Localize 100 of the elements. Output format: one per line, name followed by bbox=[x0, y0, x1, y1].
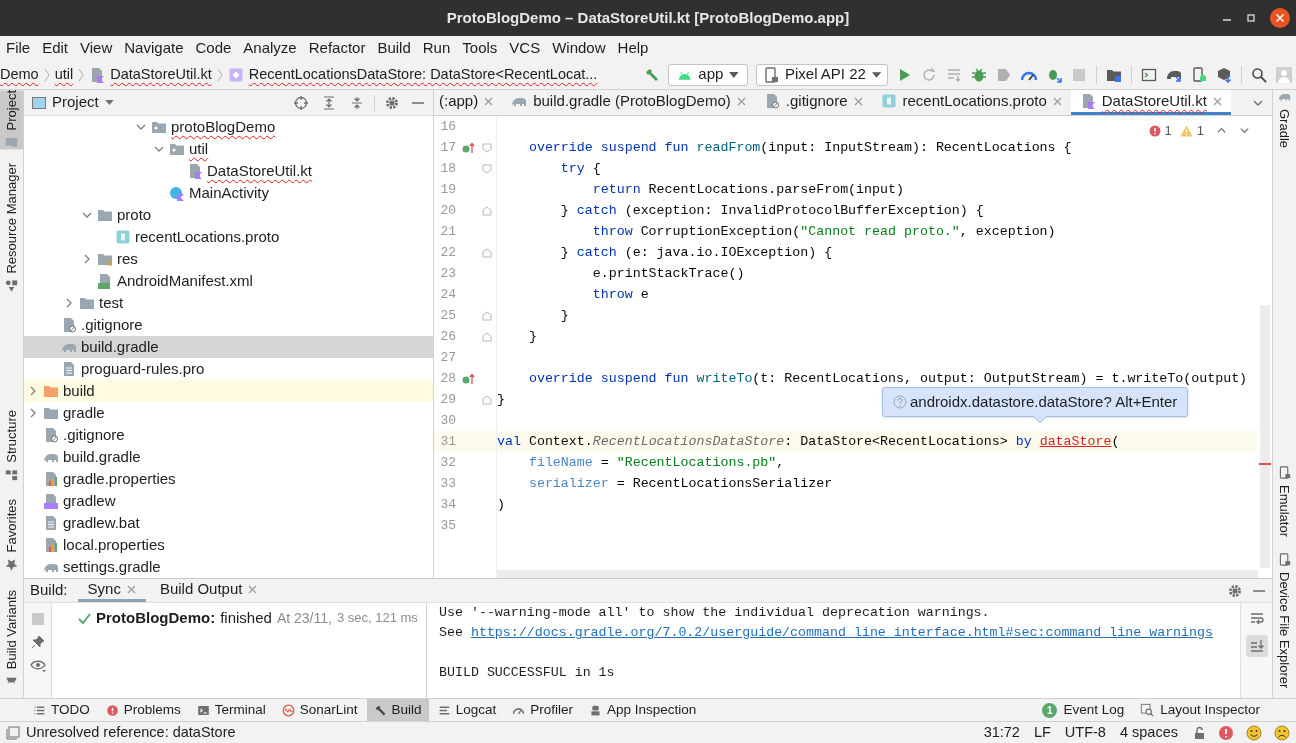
tree-item[interactable]: .gitignore bbox=[24, 424, 433, 446]
menu-item[interactable]: Window bbox=[546, 36, 612, 60]
override-marker-icon[interactable] bbox=[462, 141, 476, 154]
collapse-all-icon[interactable] bbox=[350, 95, 364, 110]
inspection-widget[interactable]: 1 1 bbox=[1148, 121, 1250, 141]
tool-window-button[interactable]: 1 Event Log bbox=[1042, 699, 1125, 721]
tree-item[interactable]: build.gradle bbox=[24, 336, 433, 358]
tree-item[interactable]: protoBlogDemo bbox=[24, 116, 433, 138]
sdk-box-icon[interactable] bbox=[1216, 66, 1232, 83]
project-view-dropdown[interactable]: Project bbox=[52, 91, 114, 114]
tool-window-button[interactable]: Problems bbox=[98, 699, 188, 721]
menu-item[interactable]: View bbox=[74, 36, 119, 60]
tree-item[interactable]: build bbox=[24, 380, 433, 402]
rerun-icon[interactable] bbox=[921, 66, 937, 83]
tool-window-button[interactable]: Terminal bbox=[189, 699, 273, 721]
fold-marker-icon[interactable] bbox=[482, 331, 492, 342]
scroll-to-end-icon[interactable] bbox=[1245, 635, 1268, 657]
sad-face-icon[interactable] bbox=[1274, 724, 1290, 741]
search-icon[interactable] bbox=[1251, 66, 1267, 83]
tree-item[interactable]: util bbox=[24, 138, 433, 160]
fold-marker-icon[interactable] bbox=[482, 142, 492, 153]
tree-item[interactable]: proguard-rules.pro bbox=[24, 358, 433, 380]
menu-item[interactable]: Tools bbox=[456, 36, 504, 60]
tool-window-button[interactable]: SonarLint bbox=[274, 699, 365, 721]
menu-item[interactable]: VCS bbox=[503, 36, 547, 60]
editor-tab[interactable]: recentLocations.proto bbox=[871, 90, 1071, 115]
lock-icon[interactable] bbox=[1192, 725, 1206, 740]
menu-item[interactable]: Analyze bbox=[237, 36, 303, 60]
menu-item[interactable]: Refactor bbox=[302, 36, 372, 60]
breadcrumb[interactable]: Demo bbox=[0, 63, 39, 86]
override-marker-icon[interactable] bbox=[462, 372, 476, 385]
editor-tab[interactable]: (:app) bbox=[430, 90, 503, 115]
settings-icon[interactable] bbox=[385, 95, 399, 110]
locate-icon[interactable] bbox=[294, 95, 308, 110]
eye-icon[interactable] bbox=[29, 659, 46, 673]
menu-item[interactable]: Code bbox=[189, 36, 238, 60]
tool-window-button[interactable]: Gradle bbox=[1273, 90, 1296, 149]
tool-window-button[interactable]: Structure bbox=[0, 409, 23, 482]
caret-position[interactable]: 31:72 bbox=[979, 721, 1024, 743]
tree-item[interactable]: proto bbox=[24, 204, 433, 226]
tool-window-button[interactable]: Favorites bbox=[0, 499, 23, 572]
menu-item[interactable]: Edit bbox=[36, 36, 75, 60]
menu-item[interactable]: File bbox=[0, 36, 37, 60]
tree-item[interactable]: .gitignore bbox=[24, 314, 433, 336]
menu-item[interactable]: Build bbox=[371, 36, 417, 60]
breadcrumb[interactable]: DataStoreUtil.kt bbox=[89, 63, 212, 86]
pin-icon[interactable] bbox=[30, 635, 45, 649]
indent-setting[interactable]: 4 spaces bbox=[1115, 721, 1182, 743]
tool-window-button[interactable]: Logcat bbox=[430, 699, 504, 721]
tree-item[interactable]: gradlew.bat bbox=[24, 512, 433, 534]
close-icon[interactable] bbox=[1270, 8, 1290, 28]
panel-tab[interactable]: Build Output bbox=[149, 579, 268, 602]
tree-item[interactable]: res bbox=[24, 248, 433, 270]
fold-marker-icon[interactable] bbox=[482, 394, 492, 405]
line-separator[interactable]: LF bbox=[1029, 721, 1055, 743]
menu-item[interactable]: Navigate bbox=[118, 36, 190, 60]
tree-item[interactable]: gradlew bbox=[24, 490, 433, 512]
breadcrumb[interactable]: RecentLocationsDataStore: DataStore<RecentLocat... bbox=[227, 63, 598, 86]
fold-marker-icon[interactable] bbox=[482, 163, 492, 174]
module-dropdown[interactable]: app bbox=[668, 63, 748, 86]
tool-window-button[interactable]: Resource Manager bbox=[0, 163, 23, 294]
smile-icon[interactable] bbox=[1246, 724, 1262, 741]
tool-window-button[interactable]: App Inspection bbox=[581, 699, 704, 721]
tool-window-button[interactable]: Build bbox=[366, 699, 429, 721]
tree-item[interactable]: local.properties bbox=[24, 534, 433, 556]
editor-tab[interactable]: DataStoreUtil.kt bbox=[1070, 90, 1231, 115]
console-link[interactable]: https://docs.gradle.org/7.0.2/userguide/command_line_interface.html#sec:command_line_warnings bbox=[470, 623, 1213, 643]
panel-toggle-icon[interactable] bbox=[6, 725, 20, 740]
tree-item[interactable]: gradle.properties bbox=[24, 468, 433, 490]
error-icon[interactable] bbox=[1218, 724, 1234, 741]
tool-window-button[interactable]: Profiler bbox=[505, 699, 580, 721]
tool-window-button[interactable]: TODO bbox=[26, 699, 97, 721]
tree-item[interactable]: settings.gradle bbox=[24, 556, 433, 578]
tree-item[interactable]: AndroidManifest.xml bbox=[24, 270, 433, 292]
file-encoding[interactable]: UTF-8 bbox=[1060, 721, 1110, 743]
tool-window-button[interactable]: Project bbox=[0, 90, 23, 150]
device-dropdown[interactable]: Pixel API 22 bbox=[756, 63, 888, 86]
fold-marker-icon[interactable] bbox=[482, 247, 492, 258]
maximize-icon[interactable] bbox=[1246, 13, 1256, 23]
bug-icon[interactable] bbox=[971, 66, 987, 83]
tool-window-button[interactable]: Build Variants bbox=[0, 589, 23, 688]
tool-window-button[interactable]: Layout Inspector bbox=[1140, 699, 1260, 721]
device-manager-icon[interactable] bbox=[1191, 66, 1207, 83]
tree-item[interactable]: test bbox=[24, 292, 433, 314]
editor-tab[interactable]: .gitignore bbox=[754, 90, 872, 115]
tool-window-button[interactable]: Emulator bbox=[1273, 465, 1296, 537]
settings-icon[interactable] bbox=[1228, 583, 1242, 598]
breadcrumb[interactable]: util bbox=[54, 63, 74, 86]
hammer-icon[interactable] bbox=[644, 66, 660, 83]
tree-item[interactable]: MainActivity bbox=[24, 182, 433, 204]
tree-item[interactable]: build.gradle bbox=[24, 446, 433, 468]
menu-item[interactable]: Run bbox=[416, 36, 457, 60]
terminal-window-icon[interactable] bbox=[1141, 66, 1157, 83]
expand-all-icon[interactable] bbox=[322, 95, 336, 110]
tool-window-button[interactable]: Device File Explorer bbox=[1273, 552, 1296, 688]
fold-marker-icon[interactable] bbox=[482, 205, 492, 216]
tree-item[interactable]: DataStoreUtil.kt bbox=[24, 160, 433, 182]
fold-marker-icon[interactable] bbox=[482, 310, 492, 321]
tree-item[interactable]: gradle bbox=[24, 402, 433, 424]
editor-tab[interactable]: build.gradle (ProtoBlogDemo) bbox=[502, 90, 755, 115]
